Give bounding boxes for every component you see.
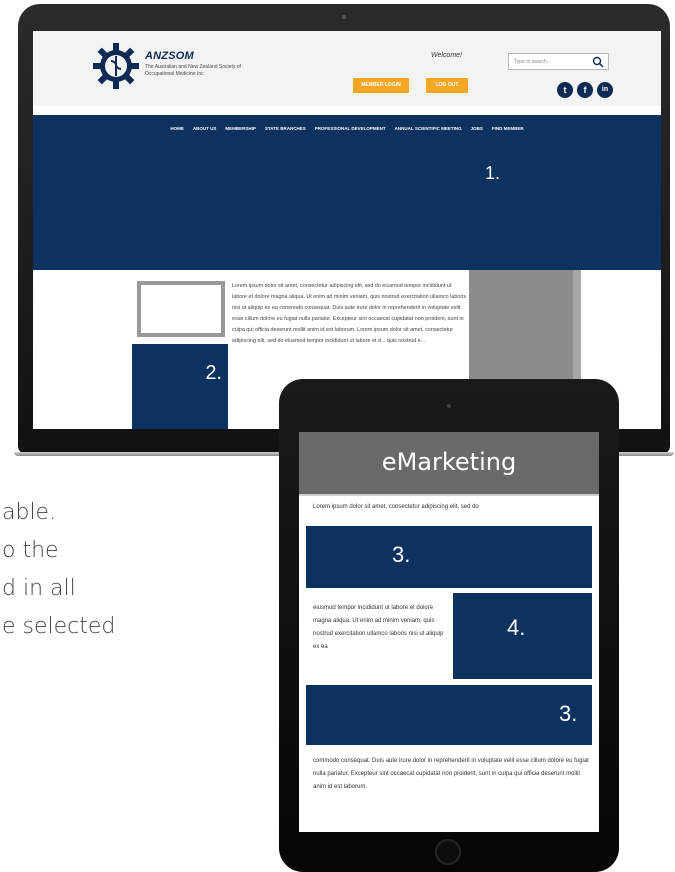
- nav-membership[interactable]: MEMBERSHIP: [225, 126, 256, 131]
- block-2-number: 2.: [205, 362, 222, 384]
- content-block-3-bottom: 3.: [306, 685, 592, 745]
- mid-text: eiusmod tempor incididunt ut labore et d…: [313, 605, 444, 650]
- camera-icon: [342, 15, 346, 19]
- tablet-camera-icon: [447, 404, 451, 408]
- bottom-text: commodo consequat. Duis aute irure dolor…: [313, 758, 589, 790]
- nav-jobs[interactable]: JOBS: [471, 126, 483, 131]
- search-icon[interactable]: [592, 56, 604, 68]
- nav-about-us[interactable]: ABOUT US: [193, 126, 217, 131]
- main-navigation: HOME ABOUT US MEMBERSHIP STATE BRANCHES …: [33, 115, 661, 142]
- welcome-text: Welcome!: [431, 52, 462, 59]
- content-block-3-top: 3.: [306, 526, 592, 588]
- brand-title: ANZSOM: [145, 50, 194, 62]
- site-header: ANZSOM The Australian and New Zealand So…: [33, 31, 661, 106]
- linkedin-icon[interactable]: in: [597, 82, 613, 98]
- nav-professional-development[interactable]: PROFESSIONAL DEVELOPMENT: [315, 126, 386, 131]
- search-input[interactable]: Type to search...: [508, 53, 609, 70]
- member-login-button[interactable]: MEMBER LOGIN: [353, 78, 409, 93]
- body-text: Lorem ipsum dolor sit amet, consectetur …: [232, 283, 467, 344]
- tablet-frame: eMarketing Lorem ipsum dolor sit amet, c…: [279, 379, 619, 872]
- brand-subtitle: The Australian and New Zealand Society o…: [145, 64, 241, 77]
- nav-annual-scientific-meeting[interactable]: ANNUAL SCIENTIFIC MEETING: [395, 126, 462, 131]
- facebook-icon[interactable]: f: [577, 82, 593, 98]
- log-out-button[interactable]: LOG OUT: [426, 78, 468, 93]
- emarketing-title: eMarketing: [381, 448, 517, 476]
- nav-home[interactable]: HOME: [170, 126, 184, 131]
- search-placeholder: Type to search...: [514, 59, 551, 65]
- image-placeholder: [137, 281, 225, 337]
- nav-find-member[interactable]: FIND MEMBER: [492, 126, 524, 131]
- home-button[interactable]: [435, 839, 461, 865]
- gear-logo-icon: [93, 43, 139, 89]
- emarketing-header: eMarketing: [299, 432, 599, 496]
- intro-text: Lorem ipsum dolor sit amet, consectetur …: [313, 504, 479, 510]
- content-block-4: 4.: [453, 593, 592, 679]
- hero-banner: 1.: [33, 142, 661, 270]
- background-line: d in all: [2, 576, 76, 601]
- background-paragraph: able. o the d in all e selected: [2, 494, 115, 646]
- twitter-icon[interactable]: t: [557, 82, 573, 98]
- block-4-number: 4.: [507, 615, 526, 640]
- background-line: able.: [2, 500, 57, 525]
- tablet-screen: eMarketing Lorem ipsum dolor sit amet, c…: [299, 432, 599, 832]
- block-3-number: 3.: [392, 542, 411, 567]
- laptop-screen: ANZSOM The Australian and New Zealand So…: [33, 31, 661, 429]
- background-line: e selected: [2, 614, 116, 639]
- hero-number: 1.: [485, 163, 501, 183]
- background-line: o the: [2, 538, 59, 563]
- nav-state-branches[interactable]: STATE BRANCHES: [265, 126, 306, 131]
- content-block-2: 2.: [132, 344, 228, 429]
- block-3-bottom-number: 3.: [559, 701, 578, 726]
